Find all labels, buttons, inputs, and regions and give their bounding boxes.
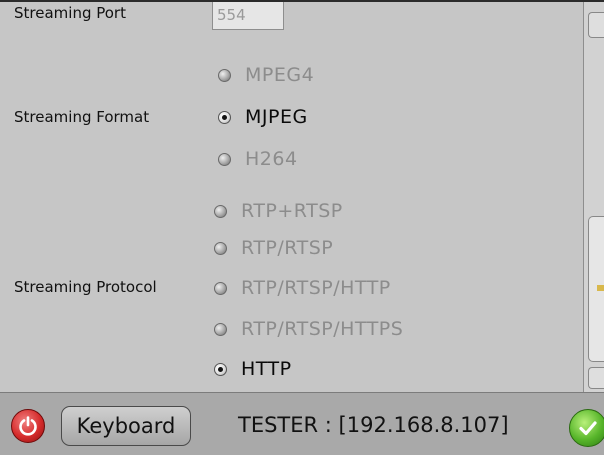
protocol-option-label: RTP/RTSP/HTTP — [241, 277, 391, 299]
protocol-option-label: HTTP — [241, 358, 292, 380]
radio-off-icon — [214, 204, 227, 218]
bottom-toolbar: Keyboard TESTER : [192.168.8.107] — [0, 392, 604, 455]
settings-panel: Streaming Port 554 Streaming Format MPEG… — [0, 0, 604, 394]
format-option-h264[interactable]: H264 — [218, 148, 298, 170]
streaming-format-label: Streaming Format — [14, 108, 150, 126]
protocol-option-label: RTP+RTSP — [241, 200, 343, 222]
streaming-port-input[interactable]: 554 — [212, 2, 284, 30]
power-button[interactable] — [11, 409, 45, 443]
radio-off-icon — [218, 152, 231, 166]
streaming-port-label: Streaming Port — [14, 4, 126, 22]
format-option-label: H264 — [245, 148, 298, 170]
protocol-option-rtp-rtsp-https[interactable]: RTP/RTSP/HTTPS — [214, 318, 403, 340]
scroll-down-button[interactable] — [588, 367, 604, 389]
keyboard-button[interactable]: Keyboard — [61, 406, 191, 446]
confirm-button[interactable] — [569, 409, 604, 447]
format-option-label: MPEG4 — [245, 64, 315, 86]
format-option-label: MJPEG — [245, 106, 308, 128]
protocol-option-rtp-rtsp-http[interactable]: RTP/RTSP/HTTP — [214, 277, 391, 299]
scroll-thumb[interactable] — [588, 216, 604, 362]
radio-off-icon — [218, 68, 231, 82]
protocol-option-label: RTP/RTSP — [241, 237, 334, 259]
power-icon — [19, 416, 37, 436]
tester-status: TESTER : [192.168.8.107] — [238, 413, 509, 437]
radio-off-icon — [214, 281, 227, 295]
format-option-mjpeg[interactable]: MJPEG — [218, 106, 308, 128]
protocol-option-http[interactable]: HTTP — [214, 358, 292, 380]
radio-on-icon — [214, 362, 227, 376]
format-option-mpeg4[interactable]: MPEG4 — [218, 64, 314, 86]
streaming-protocol-label: Streaming Protocol — [14, 278, 157, 296]
radio-on-icon — [218, 110, 231, 124]
vertical-scrollbar[interactable] — [583, 2, 604, 394]
scroll-up-button[interactable] — [588, 12, 604, 38]
protocol-option-rtp-rtsp[interactable]: RTP/RTSP — [214, 237, 333, 259]
protocol-option-rtp-rtsp-plus[interactable]: RTP+RTSP — [214, 200, 343, 222]
checkmark-icon — [579, 421, 597, 436]
grip-icon — [597, 285, 604, 291]
radio-off-icon — [214, 241, 227, 255]
radio-off-icon — [214, 322, 227, 336]
protocol-option-label: RTP/RTSP/HTTPS — [241, 318, 404, 340]
